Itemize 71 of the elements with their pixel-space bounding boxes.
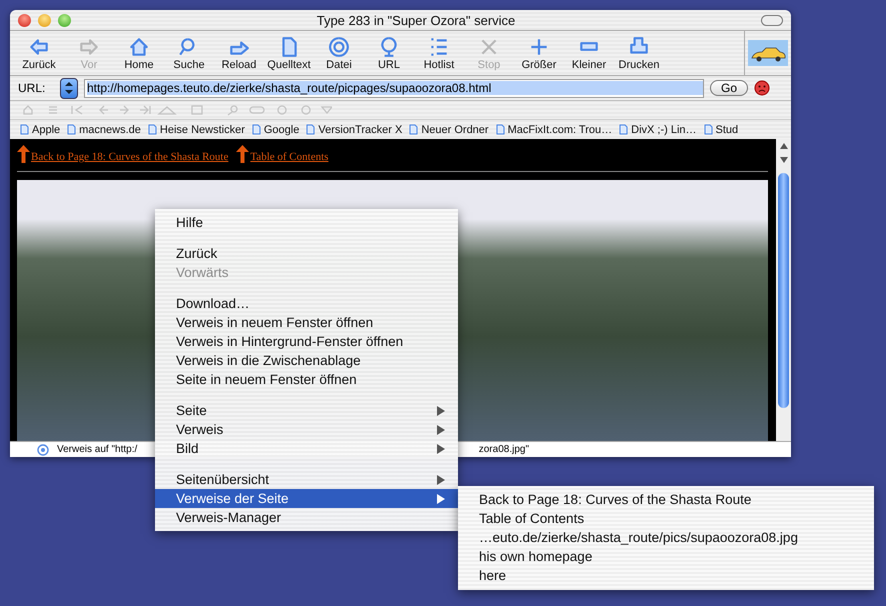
menu-item[interactable]: Verweis-Manager (155, 508, 458, 527)
toolbar-button[interactable]: Zurück (14, 36, 64, 70)
toolbar-button[interactable]: Datei (314, 36, 364, 70)
menu-item[interactable]: his own homepage (458, 547, 874, 566)
document-icon (306, 124, 316, 135)
up-arrow-icon (17, 145, 30, 163)
document-icon (704, 124, 713, 135)
menu-item[interactable]: Seite (155, 401, 458, 420)
bookmark-item[interactable]: Apple (20, 124, 60, 136)
url-field[interactable]: http://homepages.teuto.de/zierke/shasta_route/picpages/supaoozora08.html (84, 78, 704, 98)
document-icon (619, 124, 628, 135)
target-icon (37, 444, 49, 456)
menu-item[interactable]: Hilfe (155, 213, 458, 232)
menu-item[interactable]: Verweis (155, 420, 458, 439)
bookmark-item[interactable]: DivX ;-) Lin… (619, 124, 697, 136)
url-label: URL: (18, 81, 46, 95)
bookmark-item[interactable]: Heise Newsticker (148, 124, 245, 136)
toolbar-button[interactable]: Hotlist (414, 36, 464, 70)
bookmark-item[interactable]: Google (252, 124, 300, 136)
document-icon (252, 124, 261, 135)
sad-face-icon (754, 80, 770, 96)
bookmark-item[interactable]: macnews.de (67, 124, 141, 136)
menu-item[interactable]: Verweis in die Zwischenablage (155, 351, 458, 370)
menu-item[interactable]: here (458, 566, 874, 585)
home-icon (128, 36, 150, 58)
toolbar-button[interactable]: Größer (514, 36, 564, 70)
menu-item[interactable]: Download… (155, 294, 458, 313)
up-arrow-icon (236, 145, 250, 163)
toolbar-button[interactable]: Drucken (614, 36, 664, 70)
close-icon[interactable] (18, 14, 31, 26)
menu-item[interactable]: Back to Page 18: Curves of the Shasta Route (458, 490, 874, 509)
menu-item[interactable]: Seitenübersicht (155, 470, 458, 489)
bookmark-item[interactable]: Stud (704, 124, 738, 136)
scrollbar[interactable] (776, 139, 791, 441)
document-icon (496, 124, 505, 135)
toolbar-toggle-icon[interactable] (761, 14, 783, 26)
toolbar-button[interactable]: Suche (164, 36, 214, 70)
document-icon (148, 124, 157, 135)
document-icon (67, 124, 76, 135)
window-title: Type 283 in "Super Ozora" service (316, 12, 516, 28)
menu-item[interactable]: Zurück (155, 244, 458, 263)
scroll-arrows-icon[interactable] (778, 141, 788, 165)
status-text: zora08.jpg" (478, 444, 529, 455)
menu-item[interactable]: Verweis in neuem Fenster öffnen (155, 313, 458, 332)
menu-item[interactable]: Seite in neuem Fenster öffnen (155, 370, 458, 389)
zoom-icon[interactable] (58, 14, 71, 26)
scroll-thumb[interactable] (778, 173, 789, 408)
toolbar-button[interactable]: Home (114, 36, 164, 70)
menu-item[interactable]: Verweis in Hintergrund-Fenster öffnen (155, 332, 458, 351)
menu-item[interactable]: Table of Contents (458, 509, 874, 528)
up-down-icon (64, 81, 74, 95)
page-link[interactable]: Back to Page 18: Curves of the Shasta Route (31, 151, 228, 163)
url-history-button[interactable] (60, 78, 78, 98)
toolbar-button[interactable]: Kleiner (564, 36, 614, 70)
go-button[interactable]: Go (710, 80, 748, 96)
car-logo-icon (748, 40, 788, 66)
toolbar-button[interactable]: Quelltext (264, 36, 314, 70)
bookmark-item[interactable]: Neuer Ordner (409, 124, 489, 136)
menu-item[interactable]: Verweise der Seite (155, 489, 458, 508)
page-link[interactable]: Table of Contents (250, 151, 328, 163)
toolbar-button[interactable]: URL (364, 36, 414, 70)
document-icon (20, 124, 29, 135)
menu-item[interactable]: …euto.de/zierke/shasta_route/pics/supaoozora08.jpg (458, 528, 874, 547)
status-text: Verweis auf "http:/ (57, 444, 138, 455)
document-icon (409, 124, 418, 135)
menu-item[interactable]: Bild (155, 439, 458, 458)
bookmark-item[interactable]: MacFixIt.com: Trou… (496, 124, 612, 136)
bookmark-item[interactable]: VersionTracker X (306, 124, 402, 136)
minimize-icon[interactable] (38, 14, 51, 26)
toolbar-button[interactable]: Reload (214, 36, 264, 70)
minus-icon (578, 42, 600, 50)
